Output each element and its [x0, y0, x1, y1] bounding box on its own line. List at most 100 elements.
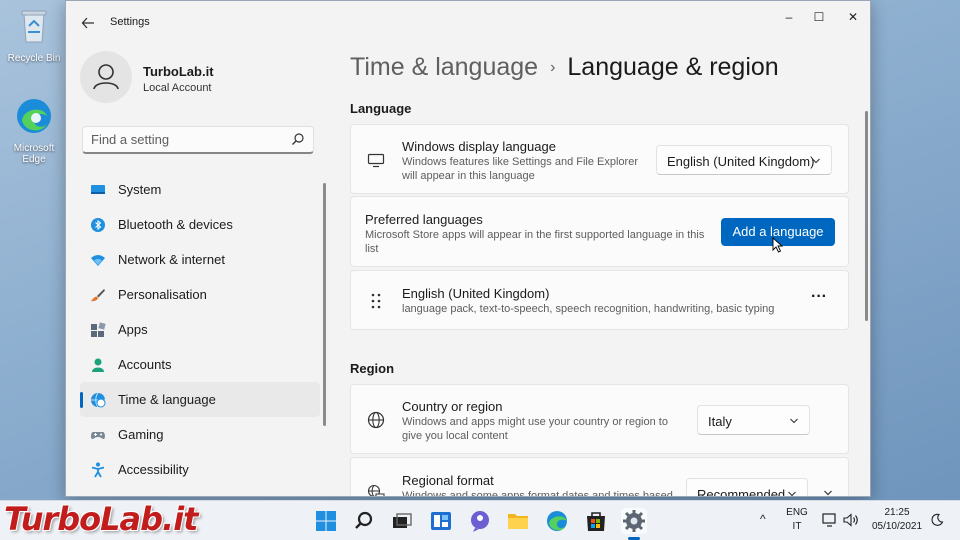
moon-focus-icon[interactable]: [930, 513, 944, 527]
country-region-card: Country or region Windows and apps might…: [350, 384, 849, 454]
search-box[interactable]: [82, 126, 314, 154]
preferred-languages-card: Preferred languages Microsoft Store apps…: [350, 196, 849, 267]
apps-grid-icon: [91, 322, 106, 337]
preferred-languages-desc: Microsoft Store apps will appear in the …: [365, 229, 705, 255]
settings-window: Settings – ☐ ✕ TurboLab.it Local Account: [65, 0, 871, 497]
sidebar-scrollbar[interactable]: [323, 183, 326, 426]
person-icon: [92, 358, 104, 372]
language-section-title: Language: [350, 101, 412, 116]
sidebar-item-accounts[interactable]: Accounts: [80, 347, 320, 382]
regional-format-value: Recommended: [697, 487, 786, 497]
sidebar-item-label: Gaming: [118, 427, 164, 442]
user-icon: [93, 64, 119, 90]
page-title: Language & region: [567, 53, 779, 81]
desktop-icon-label: Microsoft Edge: [13, 143, 55, 165]
clock[interactable]: 21:25 05/10/2021: [866, 507, 928, 532]
globe-icon: [367, 411, 385, 429]
file-explorer-icon[interactable]: [505, 508, 531, 534]
content-scrollbar[interactable]: [865, 111, 868, 321]
task-view-icon[interactable]: [389, 508, 415, 534]
desktop-icon-edge[interactable]: Microsoft Edge: [1, 96, 67, 165]
accessibility-icon: [91, 462, 105, 478]
account-name: TurboLab.it: [143, 64, 214, 79]
sidebar-item-bluetooth[interactable]: Bluetooth & devices: [80, 207, 320, 242]
display-language-card: Windows display language Windows feature…: [350, 124, 849, 194]
tray-overflow-chevron[interactable]: ^: [760, 512, 766, 526]
globe-clock-icon: [91, 392, 106, 408]
preferred-languages-title: Preferred languages: [365, 212, 483, 227]
country-region-desc: Windows and apps might use your country …: [402, 416, 668, 442]
installed-language-features: language pack, text-to-speech, speech re…: [402, 303, 775, 315]
account-type: Local Account: [143, 82, 212, 94]
regional-format-card: Regional format Windows and some apps fo…: [350, 457, 849, 497]
microsoft-store-icon[interactable]: [583, 508, 609, 534]
account-card[interactable]: TurboLab.it Local Account: [80, 51, 320, 107]
sidebar: TurboLab.it Local Account System: [66, 43, 328, 496]
chevron-down-icon: [788, 491, 796, 496]
country-dropdown[interactable]: Italy: [697, 405, 810, 435]
sidebar-item-label: Apps: [118, 322, 148, 337]
regional-format-title: Regional format: [402, 473, 494, 488]
avatar: [80, 51, 132, 103]
nav-list: System Bluetooth & devices Network & int…: [80, 172, 320, 487]
minimize-button[interactable]: –: [772, 5, 806, 29]
sidebar-item-accessibility[interactable]: Accessibility: [80, 452, 320, 487]
drag-handle-icon[interactable]: [367, 292, 385, 310]
input-language-indicator[interactable]: ENG IT: [783, 507, 811, 532]
installed-language-card[interactable]: English (United Kingdom) language pack, …: [350, 270, 849, 330]
regional-format-desc: Windows and some apps format dates and t…: [402, 490, 673, 497]
network-icon[interactable]: [822, 513, 838, 527]
watermark-logo: TurboLab.it: [4, 500, 198, 538]
search-input[interactable]: [83, 127, 283, 152]
recycle-bin-icon: [21, 10, 47, 43]
edge-icon: [17, 99, 51, 133]
display-language-title: Windows display language: [402, 139, 556, 154]
search-icon[interactable]: [291, 132, 305, 146]
chevron-down-icon: [812, 158, 820, 164]
expand-chevron-icon[interactable]: [823, 488, 833, 497]
title-bar[interactable]: Settings – ☐ ✕: [66, 1, 870, 43]
sidebar-item-network[interactable]: Network & internet: [80, 242, 320, 277]
search-taskbar-icon[interactable]: [351, 508, 377, 534]
display-language-desc: Windows features like Settings and File …: [402, 156, 638, 182]
sidebar-item-label: Personalisation: [118, 287, 207, 302]
sidebar-item-label: Bluetooth & devices: [118, 217, 233, 232]
sidebar-item-label: Accessibility: [118, 462, 189, 477]
volume-icon[interactable]: [843, 513, 859, 527]
chevron-down-icon: [790, 418, 798, 424]
teams-chat-icon[interactable]: [467, 508, 493, 534]
sidebar-item-gaming[interactable]: Gaming: [80, 417, 320, 452]
settings-gear-icon[interactable]: [621, 508, 647, 534]
bluetooth-icon: [91, 218, 105, 232]
sidebar-item-label: System: [118, 182, 162, 197]
close-button[interactable]: ✕: [836, 5, 870, 29]
arrow-left-icon: [81, 17, 94, 29]
sidebar-item-personalisation[interactable]: Personalisation: [80, 277, 320, 312]
sidebar-item-label: Accounts: [118, 357, 172, 372]
mouse-cursor-icon: [772, 237, 784, 253]
more-options-button[interactable]: ···: [804, 285, 834, 315]
monitor-outline-icon: [367, 153, 385, 168]
desktop-icon-recycle-bin[interactable]: Recycle Bin: [1, 6, 67, 64]
regional-format-dropdown[interactable]: Recommended: [686, 478, 808, 497]
breadcrumb-separator: ›: [550, 59, 556, 76]
region-section-title: Region: [350, 361, 395, 376]
maximize-button[interactable]: ☐: [802, 5, 836, 29]
sidebar-item-apps[interactable]: Apps: [80, 312, 320, 347]
breadcrumb: Time & language › Language & region: [350, 53, 779, 82]
monitor-icon: [91, 185, 105, 194]
edge-taskbar-icon[interactable]: [544, 508, 570, 534]
paintbrush-icon: [91, 289, 105, 302]
breadcrumb-parent[interactable]: Time & language: [350, 53, 538, 81]
widgets-icon[interactable]: [428, 508, 454, 534]
sidebar-item-system[interactable]: System: [80, 172, 320, 207]
sidebar-item-time-language[interactable]: Time & language: [80, 382, 320, 417]
window-title: Settings: [110, 16, 150, 28]
display-language-dropdown[interactable]: English (United Kingdom): [656, 145, 832, 175]
sidebar-item-label: Time & language: [118, 392, 216, 407]
start-windows-icon[interactable]: [313, 508, 339, 534]
display-language-value: English (United Kingdom): [667, 154, 815, 169]
back-button[interactable]: [78, 13, 98, 33]
desktop-icon-label: Recycle Bin: [7, 53, 61, 64]
sidebar-item-label: Network & internet: [118, 252, 225, 267]
